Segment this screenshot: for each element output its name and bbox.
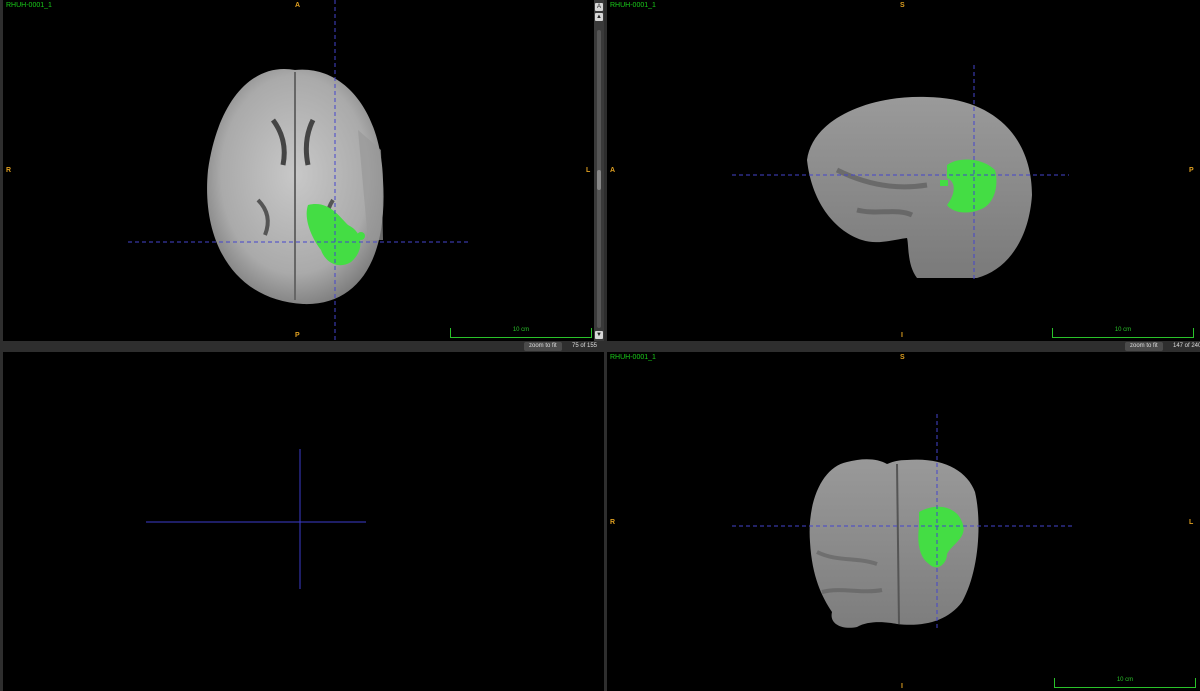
orientation-top: A <box>295 2 301 9</box>
orientation-top: S <box>900 354 905 361</box>
scroll-up-icon[interactable]: ▲ <box>595 13 603 21</box>
orientation-left: R <box>6 167 12 174</box>
axial-image <box>128 0 468 341</box>
scroll-down-icon[interactable]: ▼ <box>595 331 603 339</box>
orientation-right: P <box>1189 167 1194 174</box>
orientation-left: R <box>610 519 616 526</box>
orientation-bottom: I <box>901 683 903 690</box>
orientation-left: A <box>610 167 616 174</box>
zoom-to-fit-button[interactable]: zoom to fit <box>524 342 562 351</box>
sagittal-image <box>732 65 1069 280</box>
volume-name: RHUH-0001_1 <box>610 2 656 9</box>
coronal-image <box>732 414 1072 630</box>
volume-name: RHUH-0001_1 <box>610 354 656 361</box>
scroll-track[interactable] <box>597 30 601 328</box>
slice-indicator: 147 of 240 <box>1173 343 1200 349</box>
volume-name: RHUH-0001_1 <box>6 2 52 9</box>
scale-bar: 10 cm <box>450 327 592 338</box>
slice-indicator: 75 of 155 <box>572 343 598 349</box>
orientation-bottom: I <box>901 332 903 339</box>
scale-bar: 10 cm <box>1054 677 1196 688</box>
sagittal-status-bar: zoom to fit 147 of 240 <box>607 341 1200 352</box>
axial-status-bar: zoom to fit 75 of 155 <box>3 341 604 352</box>
3d-view[interactable] <box>3 352 604 691</box>
zoom-to-fit-button[interactable]: zoom to fit <box>1125 342 1163 351</box>
axial-view[interactable]: RHUH-0001_1 A P R L 10 cm <box>3 0 594 341</box>
coronal-view[interactable]: RHUH-0001_1 S I R L 10 cm <box>607 352 1200 691</box>
scale-bar: 10 cm <box>1052 327 1194 338</box>
orientation-right: L <box>586 167 591 174</box>
orientation-bottom: P <box>295 332 300 339</box>
view-scrollbar[interactable]: A ▲ ▼ <box>594 0 604 341</box>
orientation-right: L <box>1189 519 1194 526</box>
sagittal-view[interactable]: RHUH-0001_1 S I A P 10 cm <box>607 0 1200 341</box>
orientation-top: S <box>900 2 905 9</box>
scroll-thumb[interactable] <box>597 170 601 190</box>
zoom-icon[interactable]: A <box>595 3 603 11</box>
3d-canvas <box>146 449 366 589</box>
